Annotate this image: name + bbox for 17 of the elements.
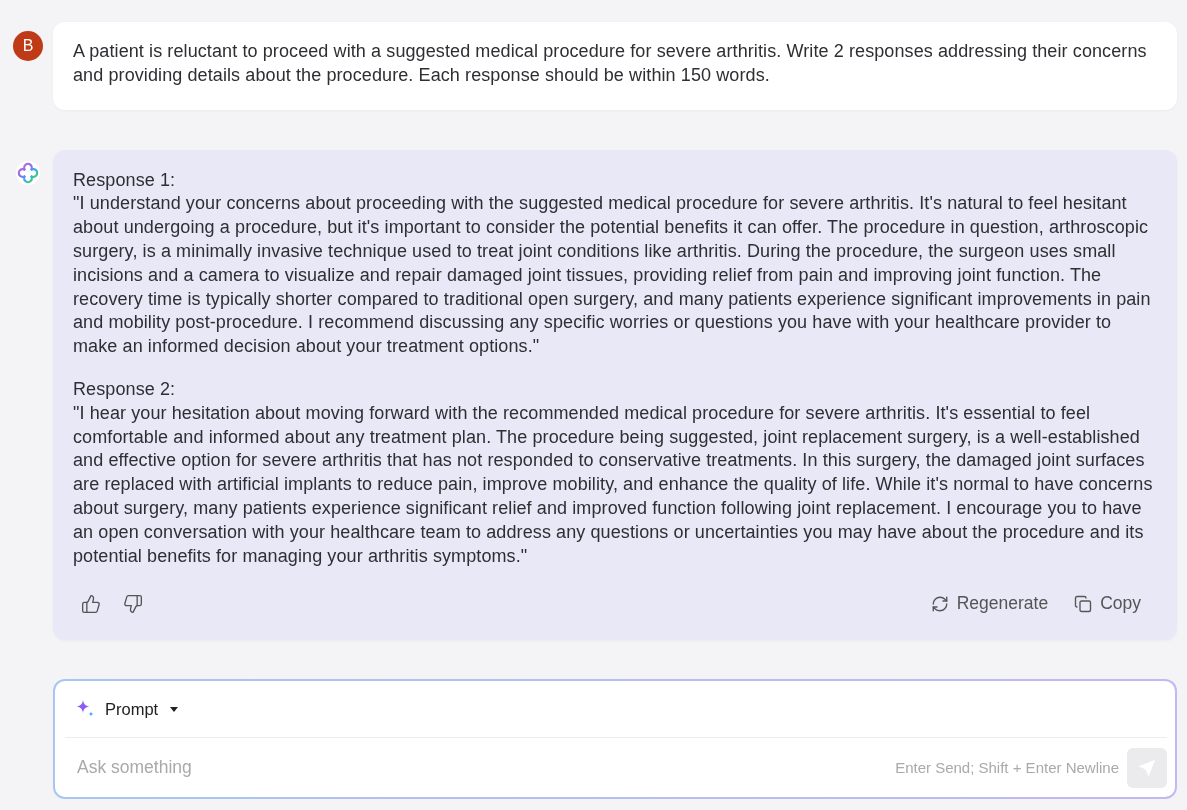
prompt-mode-dropdown[interactable]: Prompt — [71, 695, 183, 724]
refresh-icon — [930, 594, 949, 613]
message-input[interactable]: Ask something — [77, 753, 896, 783]
response-label: Response 1: — [73, 168, 177, 192]
response-label: Response 2: — [73, 377, 177, 401]
response-text: "I understand your concerns about proceeding with the suggested medical procedure for severe arthritis. It's natural to feel hesitant about undergoing a procedure, but it's important to consider the potential benefits it can offer. The procedure in question, arthroscopic surgery, is a minimally invasive technique used to treat joint conditions like arthritis. During the procedure, the surgeon uses small incisions and a camera to visualize and repair damaged joint tissues, providing relief from pain and improving joint function. The recovery time is typically shorter compared to traditional open surgery, and many patients experience significant improvements in pain and mobility post-procedure. I recommend discussing any specific worries or questions you have with your healthcare provider to make an informed decision about your treatment options." — [73, 192, 1152, 359]
response-text: "I hear your hesitation about moving forward with the recommended medical procedure for severe arthritis. It's essential to feel comfortable and informed about any treatment plan. The procedure being suggested, joint replacement surgery, is a well-established and effective option for severe arthritis that has not responded to conservative treatments. In this surgery, the damaged joint surfaces are replaced with artificial implants to reduce pain, improve mobility, and enhance the quality of life. While it's normal to have concerns about surgery, many patients experience significant relief and improved function following joint replacement. I encourage you to have an open conversation with your healthcare team to address any questions or uncertainties you may have about the procedure and its potential benefits for managing your arthritis symptoms." — [73, 401, 1154, 568]
copy-icon — [1074, 594, 1093, 613]
user-avatar: B — [13, 31, 43, 61]
user-message-text: A patient is reluctant to proceed with a suggested medical procedure for severe arthritis. Write 2 responses addressing their concerns and providing details about the procedure. Each response should be within 150 words. — [73, 40, 1148, 87]
regenerate-button[interactable]: Regenerate — [926, 587, 1053, 621]
thumbs-up-icon — [81, 593, 101, 614]
flower-logo-icon — [16, 160, 40, 185]
copy-button[interactable]: Copy — [1070, 587, 1145, 621]
thumbs-down-icon — [123, 593, 143, 614]
caret-icon — [170, 706, 179, 712]
shortcut-hint: Enter Send; Shift + Enter Newline — [895, 759, 1119, 777]
